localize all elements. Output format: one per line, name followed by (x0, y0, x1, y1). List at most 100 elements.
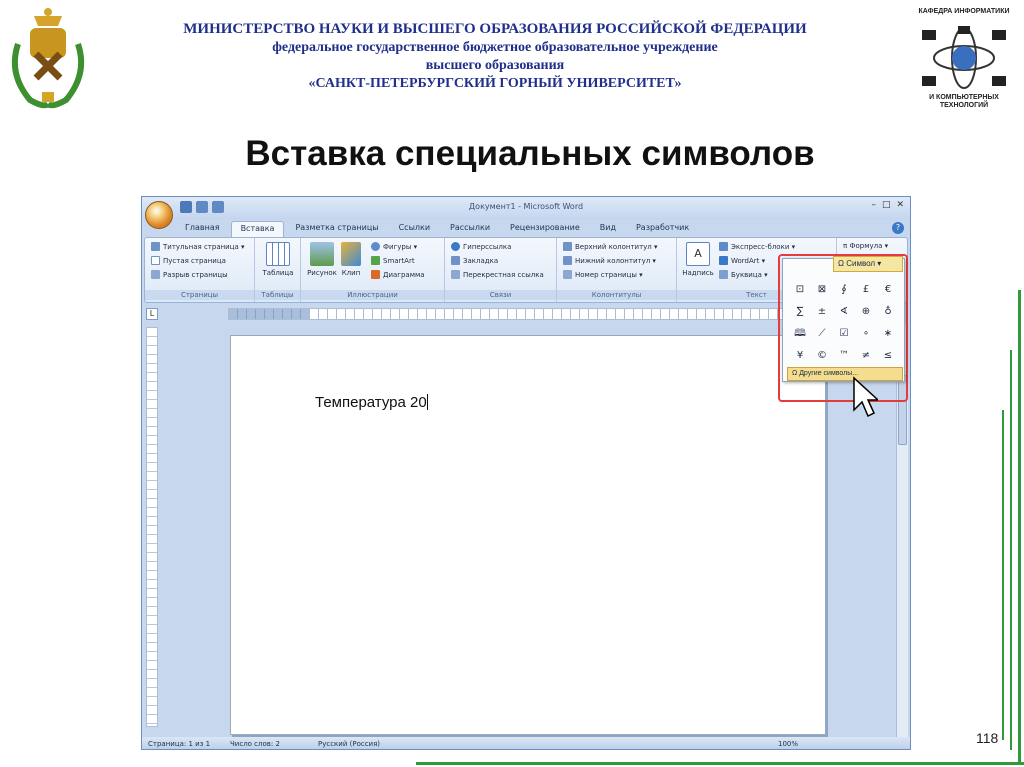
page-number: 118 (976, 730, 999, 746)
page-number-button[interactable]: Номер страницы ▾ (563, 270, 643, 279)
institution-line-2: высшего образования (425, 58, 565, 73)
minimize-icon[interactable]: – (871, 200, 876, 210)
maximize-icon[interactable]: □ (882, 200, 891, 210)
text-caret (426, 394, 428, 410)
office-button[interactable] (145, 201, 173, 229)
header-button[interactable]: Верхний колонтитул ▾ (563, 242, 658, 251)
symbol-cell[interactable]: ≤ (877, 345, 899, 367)
symbol-grid: ⊡ ⊠ ∮ £ € ∑ ± ∢ ⊕ ♁ 🕮 ⟋ ☑ ∘ ∗ ¥ © ™ ≠ ≤ (789, 279, 903, 367)
textbox-icon: A (686, 242, 710, 266)
more-symbols-item[interactable]: Ω Другие символы... (787, 367, 903, 381)
shapes-button[interactable]: Фигуры ▾ (371, 242, 417, 251)
group-label: Таблицы (255, 290, 300, 300)
picture-button[interactable]: Рисунок (303, 242, 341, 277)
group-label: Иллюстрации (301, 290, 444, 300)
vertical-ruler[interactable] (146, 327, 158, 727)
group-headers-footers: Верхний колонтитул ▾ Нижний колонтитул ▾… (557, 238, 677, 302)
clipart-icon (341, 242, 361, 266)
symbol-cell[interactable]: ⊠ (811, 279, 833, 301)
department-caption-bottom-1: И КОМПЬЮТЕРНЫХ (929, 94, 999, 101)
network-globe-icon (922, 26, 1006, 89)
symbol-cell[interactable]: ☑ (833, 323, 855, 345)
picture-icon (310, 242, 334, 266)
department-caption-bottom-2: ТЕХНОЛОГИЙ (939, 102, 989, 109)
zoom-level[interactable]: 100% (778, 740, 798, 748)
symbol-cell[interactable]: ⊡ (789, 279, 811, 301)
symbol-cell[interactable]: ⟋ (811, 323, 833, 345)
blank-page-button[interactable]: Пустая страница (151, 256, 226, 265)
tab-references[interactable]: Ссылки (390, 221, 439, 237)
symbol-cell[interactable]: 🕮 (789, 323, 811, 345)
page-break-button[interactable]: Разрыв страницы (151, 270, 228, 279)
clip-button[interactable]: Клип (337, 242, 365, 277)
tab-page-layout[interactable]: Разметка страницы (286, 221, 387, 237)
cover-page-button[interactable]: Титульная страница ▾ (151, 242, 245, 251)
tab-mailings[interactable]: Рассылки (441, 221, 499, 237)
status-language[interactable]: Русский (Россия) (318, 740, 380, 748)
symbol-cell[interactable]: € (877, 279, 899, 301)
hyperlink-button[interactable]: Гиперссылка (451, 242, 511, 251)
symbol-dropdown: Ω Символ ▾ ⊡ ⊠ ∮ £ € ∑ ± ∢ ⊕ ♁ 🕮 ⟋ ☑ ∘ ∗… (782, 256, 905, 382)
document-text[interactable]: Температура 20 (315, 394, 428, 411)
symbol-cell[interactable]: © (811, 345, 833, 367)
group-label: Колонтитулы (557, 290, 676, 300)
institution-line-1: федеральное государственное бюджетное об… (272, 40, 718, 55)
symbol-cell[interactable]: ♁ (877, 301, 899, 323)
group-label: Связи (445, 290, 556, 300)
slide-header: МИНИСТЕРСТВО НАУКИ И ВЫСШЕГО ОБРАЗОВАНИЯ… (100, 20, 890, 93)
document-page[interactable]: Температура 20 (230, 335, 826, 735)
symbol-cell[interactable]: ∢ (833, 301, 855, 323)
status-words[interactable]: Число слов: 2 (230, 740, 280, 748)
frame-line (1002, 410, 1004, 740)
status-page[interactable]: Страница: 1 из 1 (148, 740, 210, 748)
frame-line (416, 762, 1024, 765)
mouse-pointer-icon (853, 376, 878, 418)
department-caption-top: КАФЕДРА ИНФОРМАТИКИ (918, 8, 1010, 15)
symbol-cell[interactable]: ∘ (855, 323, 877, 345)
symbol-cell[interactable]: ∗ (877, 323, 899, 345)
slide-title: Вставка специальных символов (245, 134, 815, 173)
tab-insert[interactable]: Вставка (230, 221, 285, 237)
symbol-cell[interactable]: ∑ (789, 301, 811, 323)
symbol-button[interactable]: Ω Символ ▾ (833, 256, 903, 272)
footer-button[interactable]: Нижний колонтитул ▾ (563, 256, 656, 265)
group-links: Гиперссылка Закладка Перекрестная ссылка… (445, 238, 557, 302)
bookmark-button[interactable]: Закладка (451, 256, 498, 265)
ministry-line: МИНИСТЕРСТВО НАУКИ И ВЫСШЕГО ОБРАЗОВАНИЯ… (183, 21, 807, 37)
tab-developer[interactable]: Разработчик (627, 221, 698, 237)
symbol-cell[interactable]: ¥ (789, 345, 811, 367)
frame-line (1010, 350, 1012, 750)
quick-parts-button[interactable]: Экспресс-блоки ▾ (719, 242, 795, 251)
wordart-button[interactable]: WordArt ▾ (719, 256, 765, 265)
table-button[interactable]: Таблица (259, 242, 297, 277)
ribbon-tabs: Главная Вставка Разметка страницы Ссылки… (176, 221, 698, 237)
tab-review[interactable]: Рецензирование (501, 221, 589, 237)
frame-line (1018, 290, 1021, 765)
window-controls: – □ ✕ (871, 200, 904, 210)
group-illustrations: Рисунок Клип Фигуры ▾ SmartArt Диаграмма… (301, 238, 445, 302)
group-tables: Таблица Таблицы (255, 238, 301, 302)
symbol-cell[interactable]: ™ (833, 345, 855, 367)
table-icon (266, 242, 290, 266)
symbol-cell[interactable]: £ (855, 279, 877, 301)
department-logo: КАФЕДРА ИНФОРМАТИКИ И КОМПЬЮТЕРНЫХ ТЕХНО… (912, 6, 1016, 114)
group-label: Страницы (145, 290, 254, 300)
textbox-button[interactable]: A Надпись (679, 242, 717, 277)
tab-home[interactable]: Главная (176, 221, 229, 237)
help-icon[interactable]: ? (892, 222, 904, 234)
smartart-button[interactable]: SmartArt (371, 256, 415, 265)
symbol-cell[interactable]: ⊕ (855, 301, 877, 323)
equation-button[interactable]: π Формула ▾ (843, 242, 888, 250)
university-emblem (4, 4, 92, 112)
tab-selector[interactable]: L (146, 308, 158, 320)
symbol-cell[interactable]: ≠ (855, 345, 877, 367)
symbol-cell[interactable]: ± (811, 301, 833, 323)
tab-view[interactable]: Вид (591, 221, 625, 237)
group-pages: Титульная страница ▾ Пустая страница Раз… (145, 238, 255, 302)
chart-button[interactable]: Диаграмма (371, 270, 425, 279)
horizontal-ruler[interactable] (228, 308, 828, 320)
close-icon[interactable]: ✕ (896, 200, 904, 210)
symbol-cell[interactable]: ∮ (833, 279, 855, 301)
cross-reference-button[interactable]: Перекрестная ссылка (451, 270, 544, 279)
dropcap-button[interactable]: Буквица ▾ (719, 270, 768, 279)
